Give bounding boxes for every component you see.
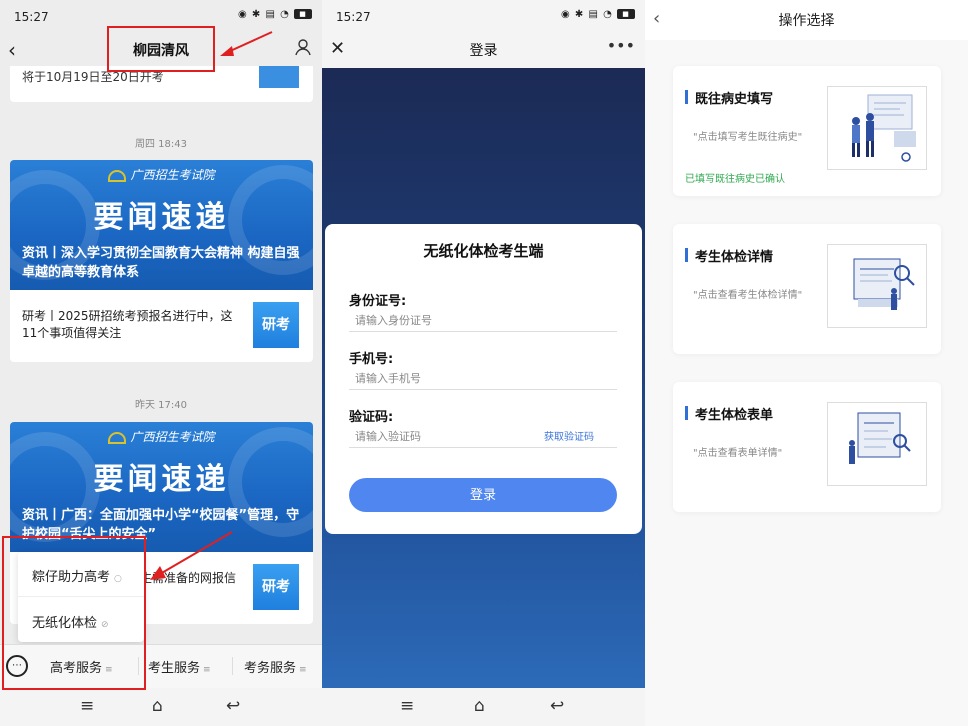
home-icon[interactable]: ⌂ [474, 696, 485, 716]
id-input[interactable] [349, 310, 617, 332]
phone-label: 手机号: [349, 352, 394, 367]
battery-icon: ■ [617, 9, 635, 19]
login-panel: 15:27 ◉ ✱ ▤ ◔ ■ ✕ 登录 ••• 无纸化体检考生端 身份证号: … [322, 0, 645, 726]
option-title: 考生体检表单 [695, 408, 774, 423]
code-label: 验证码: [349, 410, 394, 425]
nav-bar: ‹ 操作选择 [645, 0, 968, 40]
option-card-exam-form[interactable]: 考生体检表单 "点击查看表单详情" [673, 382, 941, 512]
nav-bar: ✕ 登录 ••• [322, 34, 645, 66]
id-label: 身份证号: [349, 294, 407, 309]
option-desc: "点击查看考生体检详情" [693, 290, 803, 301]
wechat-official-account-panel: 15:27 ◉ ✱ ▤ ◔ ■ ‹ 柳园清风 将于10月19日至20日开考 周四… [0, 0, 322, 726]
option-title: 考生体检详情 [695, 250, 774, 265]
menu-icon[interactable]: ≡ [400, 696, 414, 716]
option-card-exam-details[interactable]: 考生体检详情 "点击查看考生体检详情" [673, 224, 941, 354]
get-code-button[interactable]: 获取验证码 [544, 428, 594, 443]
page-title: 登录 [469, 43, 498, 59]
page-title: 操作选择 [778, 13, 835, 29]
status-time: 15:27 [336, 10, 371, 24]
annotation-arrows [150, 31, 273, 580]
back-arrow-icon[interactable]: ↩ [550, 696, 564, 716]
system-nav-bar: ≡ ⌂ ↩ [322, 688, 645, 726]
title-accent [685, 248, 688, 262]
login-card-title: 无纸化体检考生端 [423, 242, 544, 260]
illustration-doctor-icon [827, 86, 927, 170]
login-button[interactable]: 登录 [349, 478, 617, 512]
option-desc: "点击填写考生既往病史" [693, 132, 803, 143]
option-title: 既往病史填写 [695, 92, 774, 107]
operation-select-panel: ‹ 操作选择 既往病史填写 "点击填写考生既往病史" 已填写既往病史已确认 考生… [645, 0, 968, 726]
status-icons: ◉ ✱ ▤ ◔ ■ [561, 9, 635, 20]
status-bar: 15:27 ◉ ✱ ▤ ◔ ■ [322, 0, 645, 34]
login-card: 无纸化体检考生端 身份证号: 手机号: 验证码: 获取验证码 登录 [325, 224, 642, 534]
screenshot-composite: 15:27 ◉ ✱ ▤ ◔ ■ ‹ 柳园清风 将于10月19日至20日开考 周四… [0, 0, 968, 726]
status-text: 已填写既往病史已确认 [685, 174, 785, 185]
phone-input[interactable] [349, 368, 617, 390]
title-accent [685, 406, 688, 420]
option-desc: "点击查看表单详情" [693, 448, 783, 459]
illustration-form-icon [827, 402, 927, 486]
illustration-search-icon [827, 244, 927, 328]
option-card-medical-history[interactable]: 既往病史填写 "点击填写考生既往病史" 已填写既往病史已确认 [673, 66, 941, 196]
more-icon[interactable]: ••• [607, 36, 635, 55]
title-accent [685, 90, 688, 104]
